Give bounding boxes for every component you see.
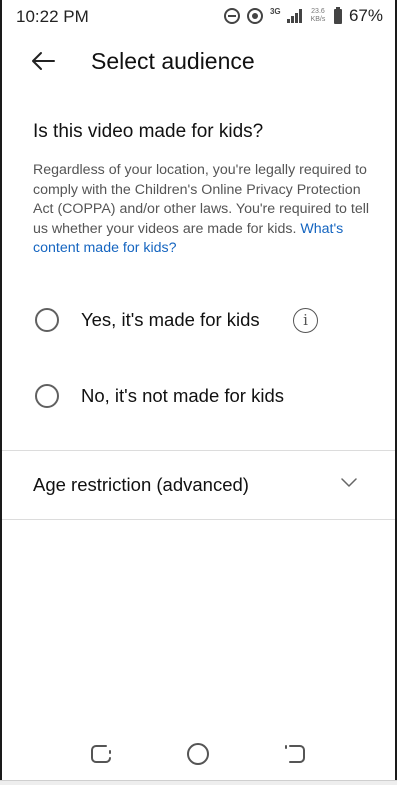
network-speed: 23.6 KB/s	[310, 8, 326, 23]
option-not-made-for-kids[interactable]: No, it's not made for kids	[0, 369, 397, 423]
radio-button-yes[interactable]	[35, 308, 59, 332]
audience-description: Regardless of your location, you're lega…	[33, 161, 373, 259]
screen-bottom-edge	[0, 780, 397, 785]
option-made-for-kids[interactable]: Yes, it's made for kids i	[0, 293, 397, 347]
age-restriction-label: Age restriction (advanced)	[33, 474, 249, 495]
app-header: Select audience	[0, 34, 397, 90]
network-type: 3G	[269, 7, 281, 16]
page-title: Select audience	[91, 48, 255, 74]
system-nav-bar	[0, 730, 397, 778]
arrow-left-icon[interactable]	[30, 50, 56, 72]
age-restriction-row[interactable]: Age restriction (advanced)	[0, 451, 397, 519]
status-icons: 3G 23.6 KB/s 67%	[223, 6, 383, 26]
back-icon[interactable]	[282, 742, 308, 766]
hotspot-icon	[246, 8, 263, 24]
status-time: 10:22 PM	[16, 7, 89, 26]
signal-icon	[286, 9, 302, 23]
option-label-no: No, it's not made for kids	[81, 385, 285, 406]
audience-question: Is this video made for kids?	[33, 121, 264, 142]
do-not-disturb-icon	[223, 8, 240, 24]
radio-button-no[interactable]	[35, 384, 59, 408]
battery-icon	[333, 6, 342, 24]
divider	[2, 519, 395, 520]
option-label-yes: Yes, it's made for kids	[81, 309, 260, 330]
chevron-down-icon[interactable]	[341, 475, 357, 489]
status-bar: 10:22 PM 3G 23.6 KB/s 67%	[0, 0, 397, 32]
info-icon[interactable]: i	[293, 308, 318, 333]
battery-percent: 67%	[348, 6, 383, 25]
home-icon[interactable]	[185, 742, 211, 766]
recent-apps-icon[interactable]	[88, 742, 114, 766]
